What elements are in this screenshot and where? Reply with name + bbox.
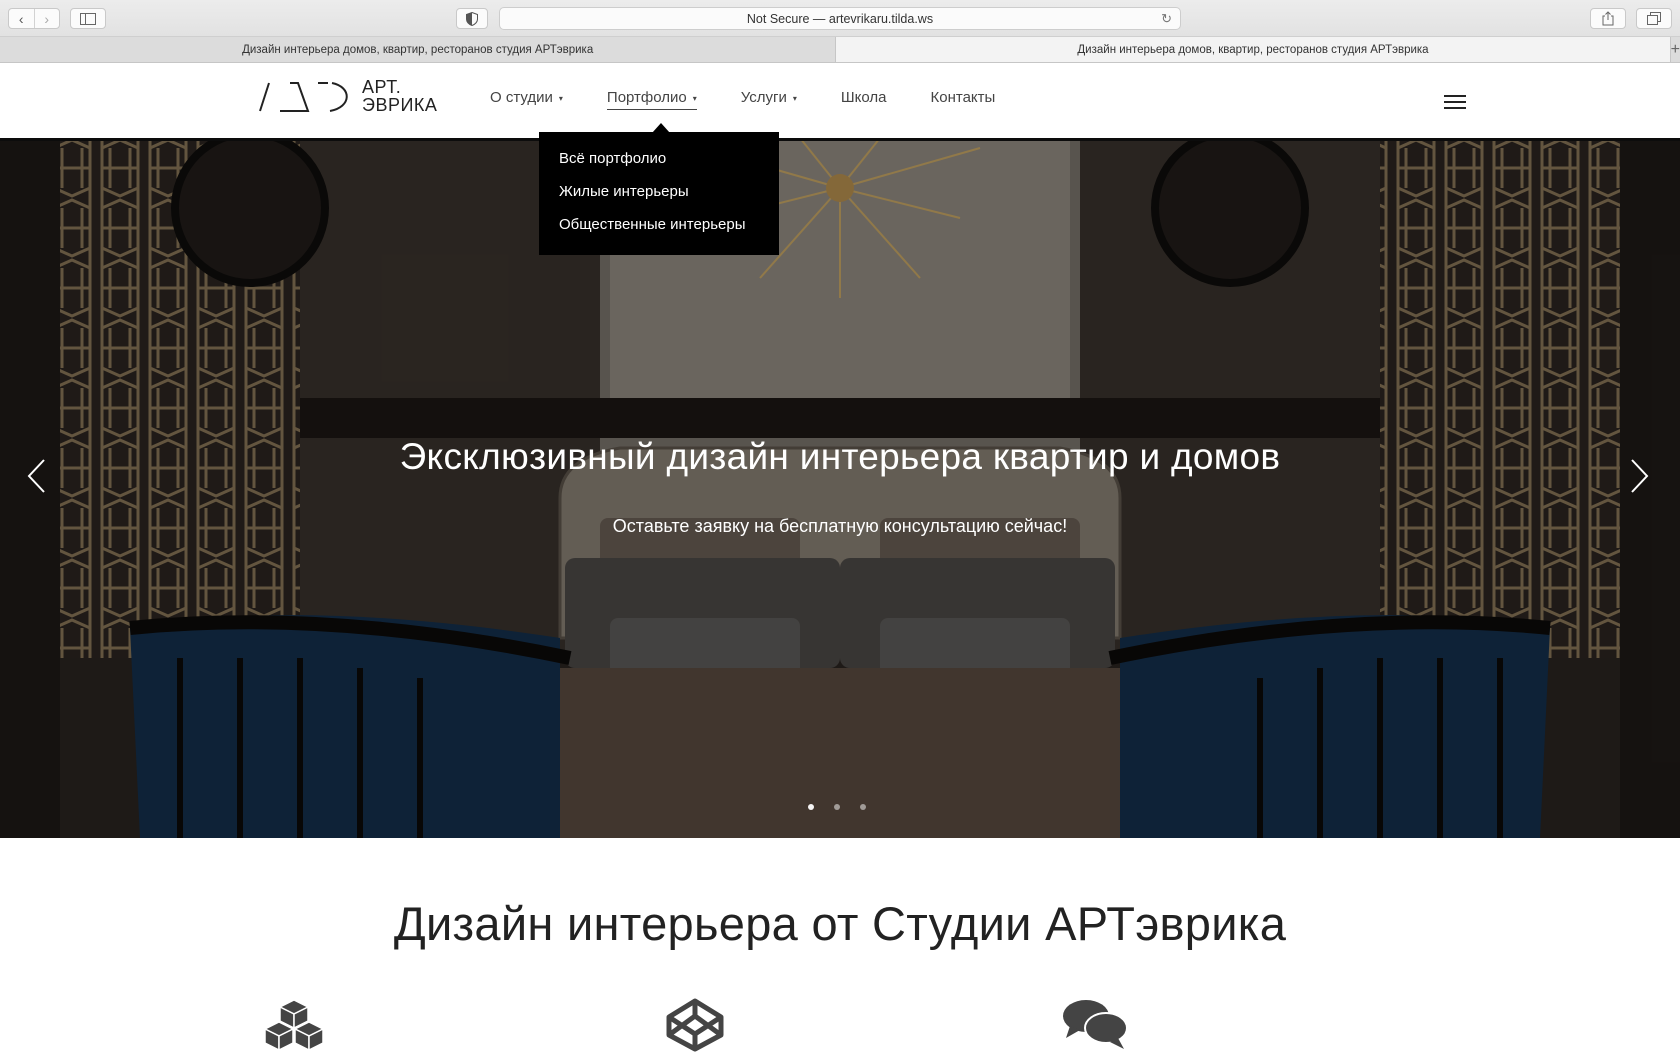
- caret-down-icon: ▾: [558, 93, 563, 103]
- tabs-overview-icon[interactable]: [1636, 8, 1672, 29]
- codepen-icon: [666, 998, 724, 1057]
- menu-label: Школа: [840, 89, 887, 106]
- address-bar[interactable]: Not Secure — artevrikaru.tilda.ws ↻: [499, 7, 1181, 30]
- slider-next-arrow-icon[interactable]: [1630, 458, 1660, 498]
- logo-line2: ЭВРИКА: [362, 95, 438, 115]
- tab-bar: Дизайн интерьера домов, квартир, рестора…: [0, 37, 1680, 63]
- back-icon[interactable]: ‹: [9, 9, 34, 28]
- cubes-icon: [263, 998, 325, 1055]
- shield-icon[interactable]: [456, 8, 488, 29]
- menu-label: Портфолио: [606, 89, 687, 106]
- caret-down-icon: ▾: [792, 93, 797, 103]
- menu-item-portfolio[interactable]: Портфолио ▾: [606, 89, 697, 110]
- dropdown-item-all-portfolio[interactable]: Всё портфолио: [539, 150, 779, 183]
- browser-toolbar: ‹ › Not Secure — artevrikaru.tilda.ws ↻: [0, 0, 1680, 37]
- slider-dots: [808, 804, 886, 810]
- menu-item-services[interactable]: Услуги ▾: [741, 89, 797, 110]
- hamburger-menu-icon[interactable]: [1444, 95, 1466, 113]
- tab-title: Дизайн интерьера домов, квартир, рестора…: [1077, 43, 1429, 56]
- share-icon[interactable]: [1590, 8, 1626, 29]
- logo-mark: [259, 82, 348, 112]
- forward-icon[interactable]: ›: [33, 9, 60, 28]
- dropdown-item-public[interactable]: Общественные интерьеры: [539, 216, 779, 249]
- logo[interactable]: АРТ. ЭВРИКА: [258, 78, 437, 114]
- main-menu: О студии ▾ Портфолио ▾ Услуги ▾ Школа Конта…: [490, 89, 1039, 110]
- sidebar-icon[interactable]: [70, 8, 106, 29]
- tab-title: Дизайн интерьера домов, квартир, рестора…: [242, 43, 594, 56]
- browser-tab[interactable]: Дизайн интерьера домов, квартир, рестора…: [0, 37, 835, 62]
- menu-item-school[interactable]: Школа: [841, 89, 887, 110]
- site-header: АРТ. ЭВРИКА О студии ▾ Портфолио ▾ Услуги ▾…: [0, 63, 1680, 138]
- caret-down-icon: ▾: [692, 93, 697, 103]
- address-text: Not Secure — artevrikaru.tilda.ws: [746, 11, 934, 26]
- hero-slider: Эксклюзивный дизайн интерьера квартир и …: [0, 138, 1680, 838]
- logo-text: АРТ. ЭВРИКА: [362, 78, 437, 114]
- history-nav: ‹ ›: [8, 8, 60, 29]
- browser-tab-active[interactable]: Дизайн интерьера домов, квартир, рестора…: [835, 37, 1671, 62]
- hero-overlay: [0, 138, 1680, 838]
- slider-dot-1[interactable]: [808, 804, 814, 810]
- hero-subtitle: Оставьте заявку на бесплатную консультац…: [612, 516, 1068, 536]
- section-title: Дизайн интерьера от Студии АРТэврика: [393, 897, 1287, 950]
- reload-icon[interactable]: ↻: [1161, 11, 1172, 27]
- menu-label: Контакты: [930, 89, 996, 106]
- new-tab-icon[interactable]: +: [1671, 37, 1680, 62]
- menu-item-about[interactable]: О студии ▾: [490, 89, 563, 110]
- slider-prev-arrow-icon[interactable]: [26, 458, 56, 498]
- menu-label: О студии: [490, 89, 553, 106]
- portfolio-dropdown: Всё портфолио Жилые интерьеры Общественн…: [539, 123, 779, 255]
- hero-title: Эксклюзивный дизайн интерьера квартир и …: [399, 436, 1281, 477]
- dropdown-item-residential[interactable]: Жилые интерьеры: [539, 183, 779, 216]
- menu-label: Услуги: [740, 89, 787, 106]
- slider-dot-3[interactable]: [860, 804, 866, 810]
- menu-item-contacts[interactable]: Контакты: [931, 89, 996, 110]
- logo-line1: АРТ.: [362, 77, 402, 97]
- chat-bubbles-icon: [1062, 998, 1128, 1055]
- slider-dot-2[interactable]: [834, 804, 840, 810]
